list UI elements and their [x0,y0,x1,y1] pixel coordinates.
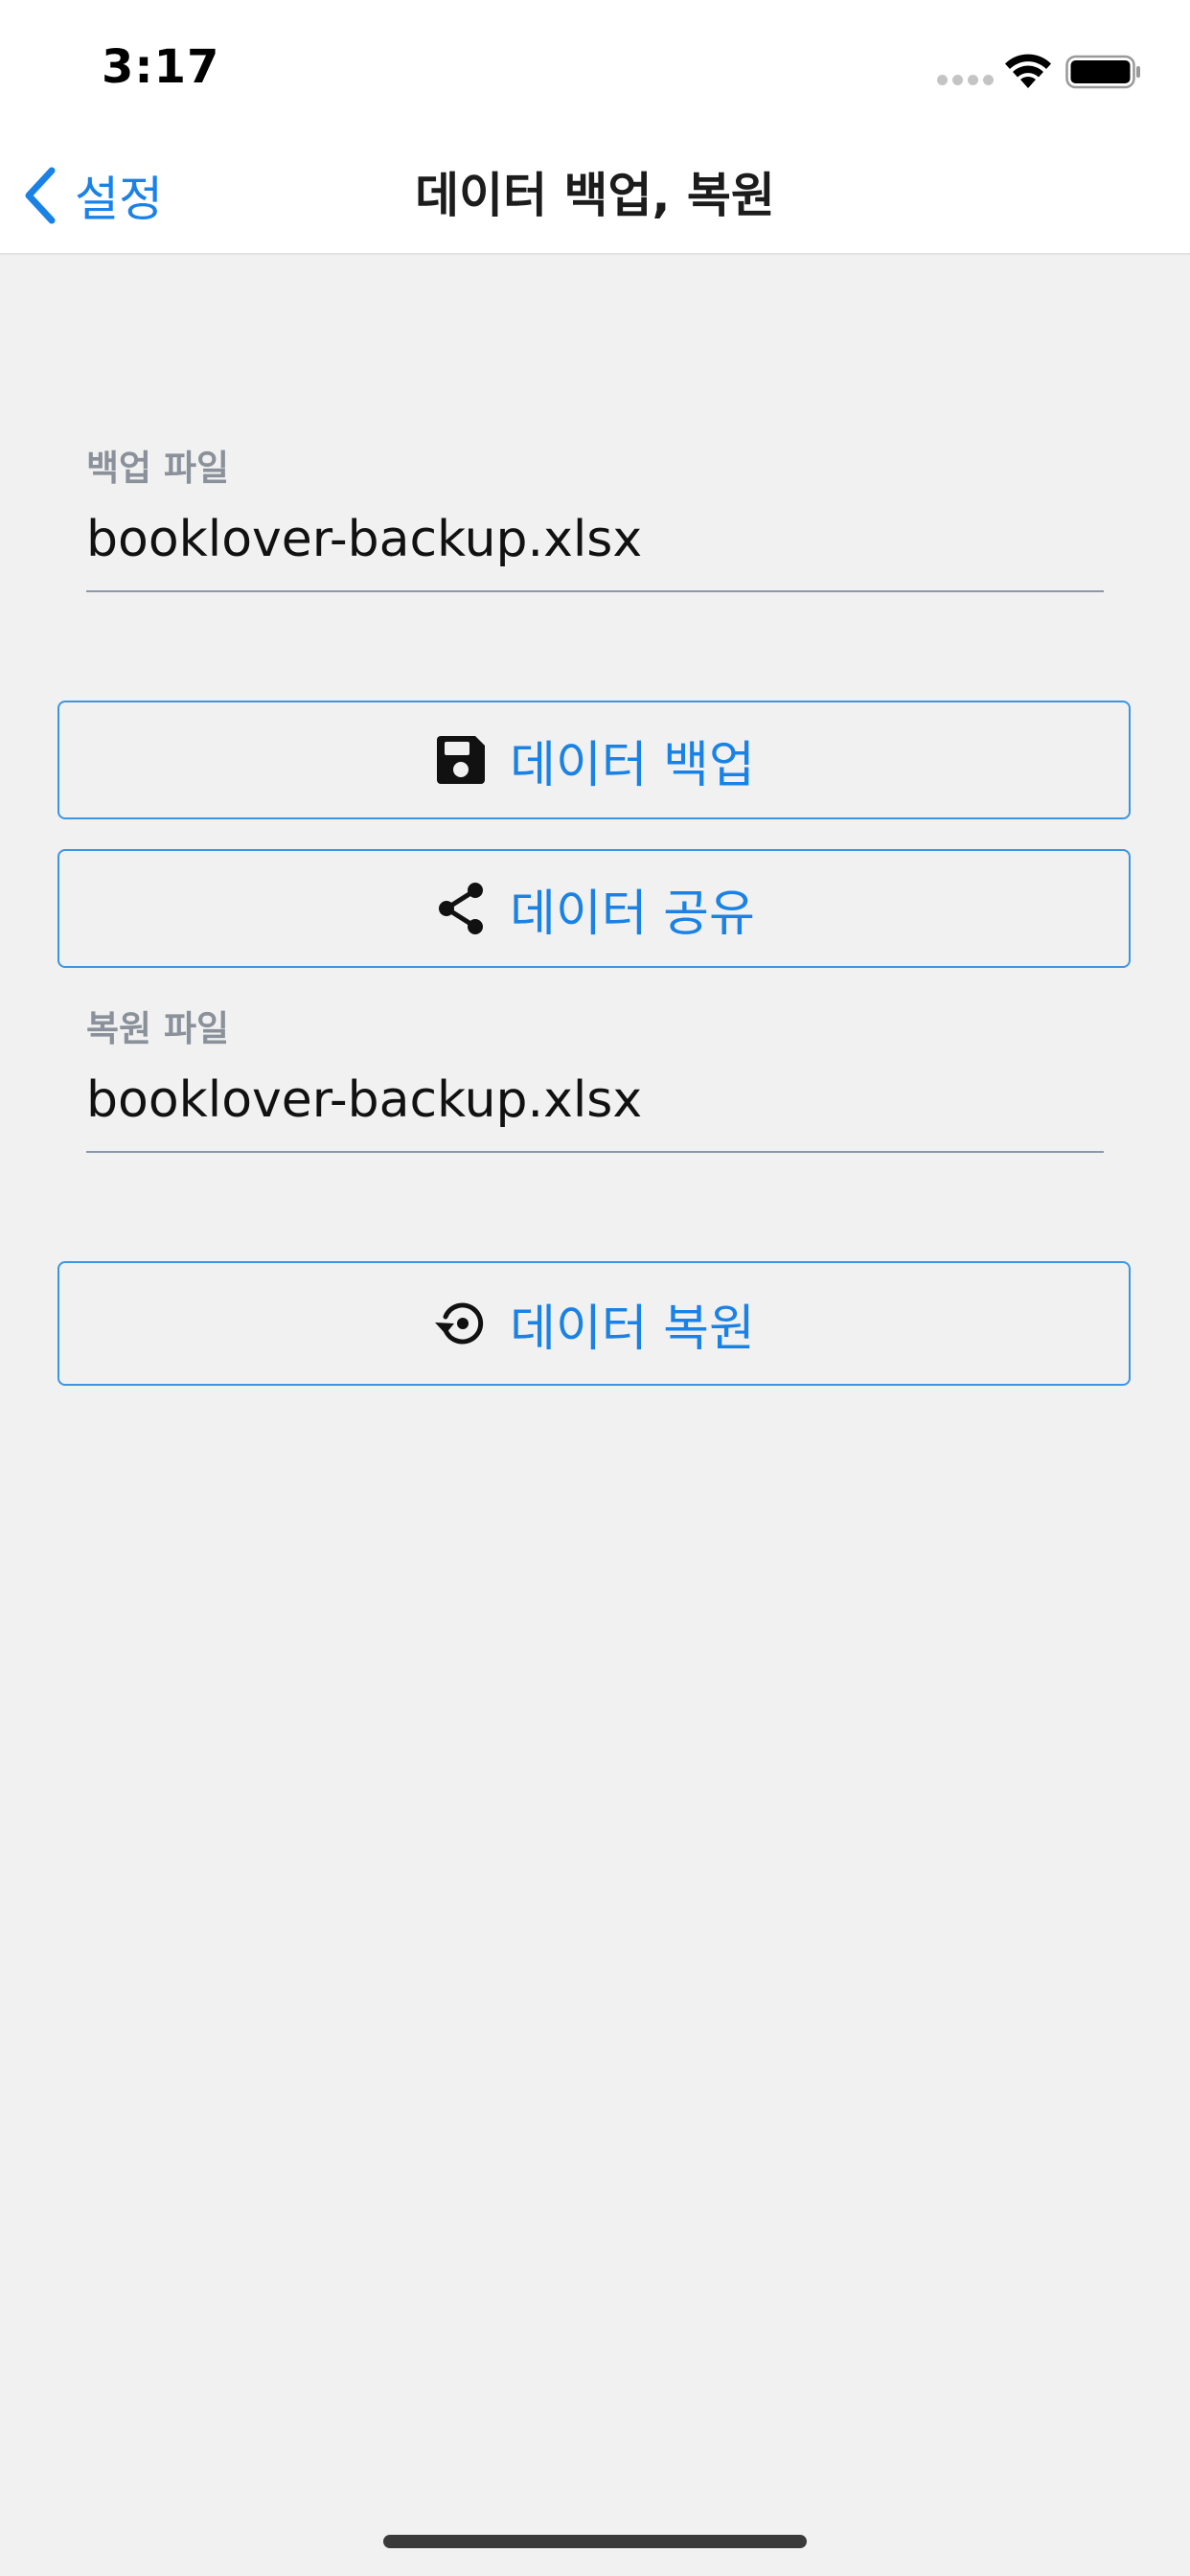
floppy-disk-icon [433,732,489,788]
share-icon [433,881,489,936]
chevron-left-icon [25,167,56,224]
back-button-label: 설정 [75,172,163,227]
backup-data-button[interactable]: 데이터 백업 [57,701,1131,819]
history-icon [433,1296,489,1351]
wifi-icon [1005,54,1051,88]
restore-file-input[interactable]: booklover-backup.xlsx [86,1069,1104,1132]
share-data-button[interactable]: 데이터 공유 [57,849,1131,968]
backup-data-button-label: 데이터 백업 [510,736,755,794]
restore-file-underline [86,1151,1104,1153]
backup-file-label: 백업 파일 [86,448,230,489]
back-button[interactable]: 설정 [21,157,163,234]
cellular-signal-icon [937,75,995,88]
share-data-button-label: 데이터 공유 [510,885,755,943]
page-title: 데이터 백업, 복원 [415,168,775,223]
restore-file-field[interactable]: 복원 파일 booklover-backup.xlsx [86,1007,1104,1153]
status-bar: 3:17 [0,0,1190,144]
restore-file-label: 복원 파일 [86,1008,230,1049]
backup-file-field[interactable]: 백업 파일 booklover-backup.xlsx [86,447,1104,592]
restore-data-button-label: 데이터 복원 [510,1300,755,1358]
status-time: 3:17 [102,40,220,94]
backup-file-input[interactable]: booklover-backup.xlsx [86,508,1104,571]
home-indicator[interactable] [383,2535,807,2548]
backup-file-underline [86,590,1104,592]
battery-icon [1065,55,1140,89]
restore-data-button[interactable]: 데이터 복원 [57,1261,1131,1386]
navigation-bar: 데이터 백업, 복원 설정 [0,144,1190,255]
